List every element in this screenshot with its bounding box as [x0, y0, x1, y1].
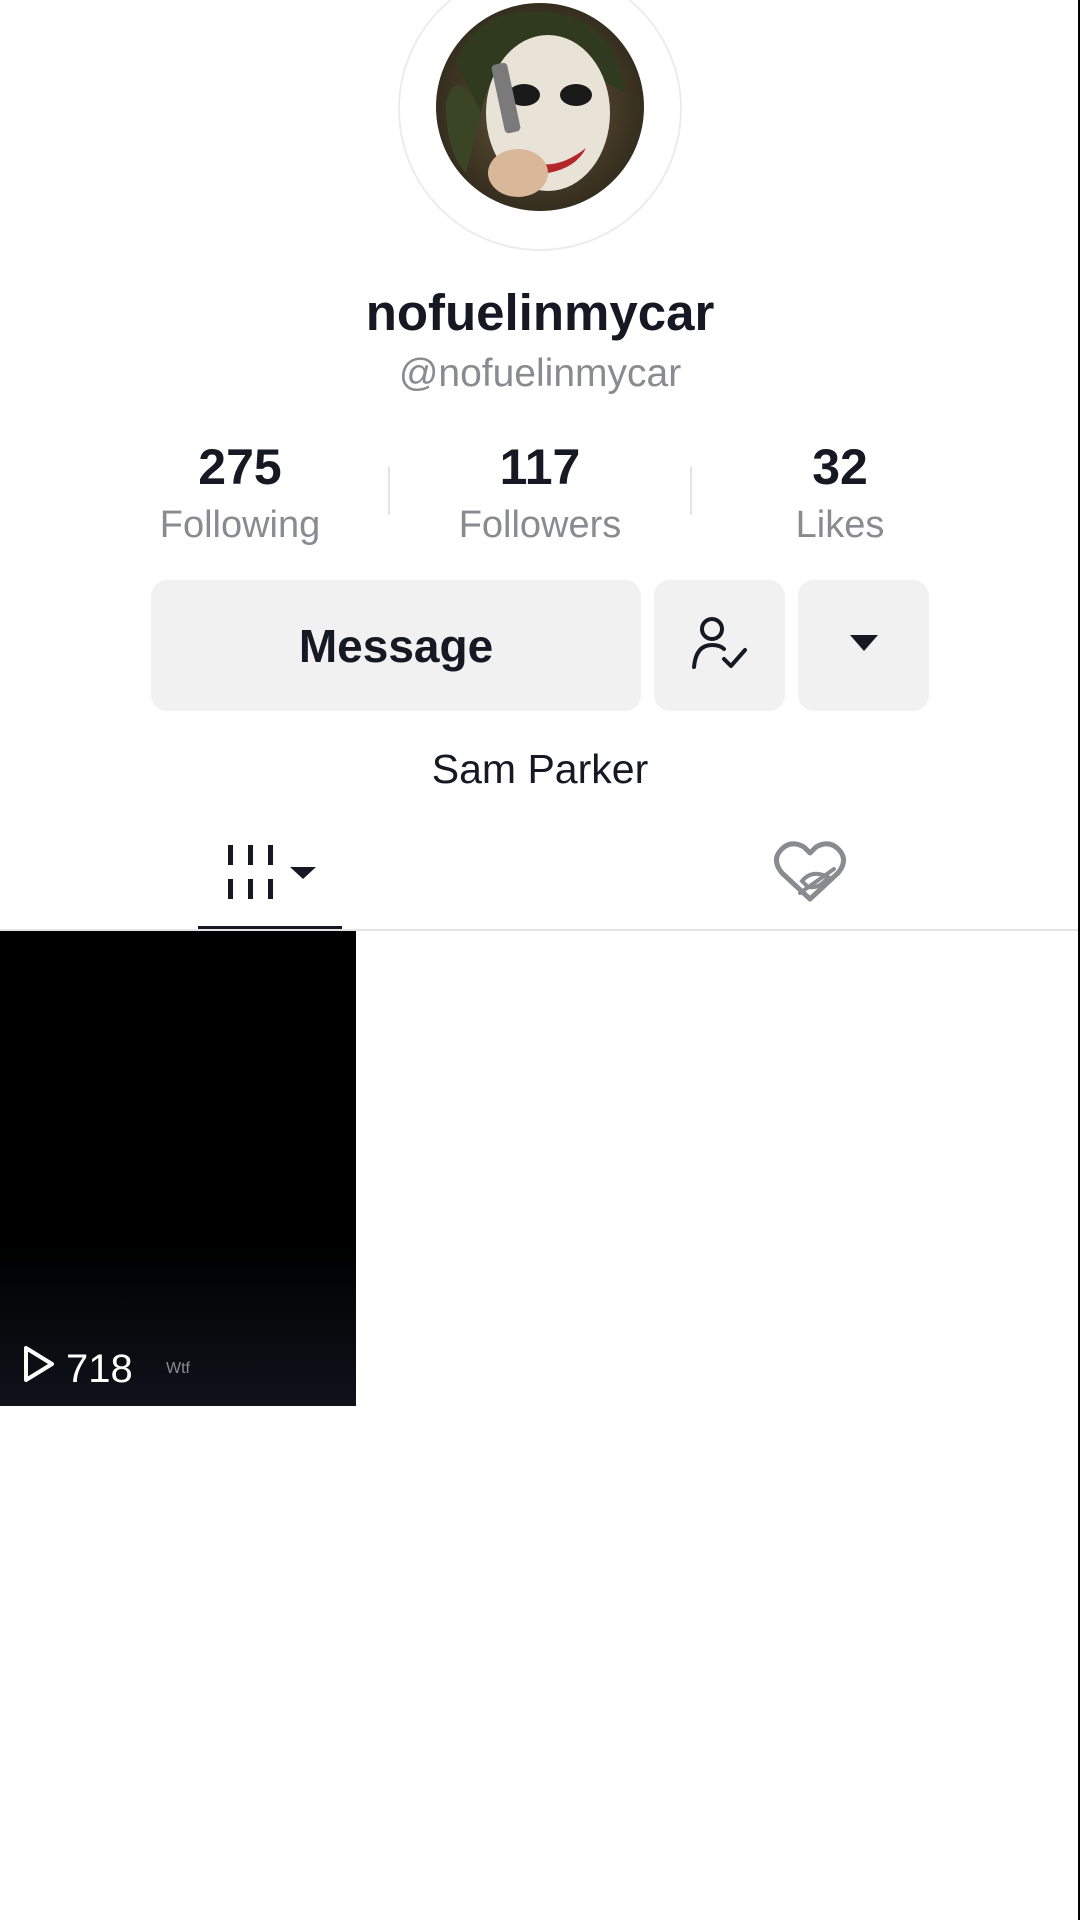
stat-following-label: Following — [159, 504, 321, 546]
stat-followers[interactable]: 117 Followers — [420, 436, 660, 550]
stat-likes-count: 32 — [812, 439, 868, 495]
username-handle: @nofuelinmycar — [398, 352, 682, 395]
avatar[interactable] — [436, 3, 644, 211]
tab-videos[interactable] — [150, 820, 390, 930]
view-count-number: 718 — [66, 1346, 133, 1391]
view-count: 718 — [22, 1344, 133, 1394]
video-caption: Wtf — [166, 1360, 190, 1377]
stat-likes[interactable]: 32 Likes — [720, 436, 960, 550]
stat-following-count: 275 — [198, 439, 282, 495]
user-check-icon — [690, 615, 750, 676]
profile-page: nofuelinmycar @nofuelinmycar 275 Followi… — [0, 0, 1080, 1920]
following-status-button[interactable] — [654, 580, 785, 711]
video-thumbnail[interactable]: 718 Wtf — [0, 931, 356, 1406]
videos-grid-icon — [220, 843, 320, 908]
caret-down-icon — [848, 633, 880, 658]
more-options-button[interactable] — [798, 580, 929, 711]
tab-liked[interactable] — [690, 820, 930, 930]
bio-name: Sam Parker — [431, 746, 649, 792]
avatar-image — [436, 3, 644, 211]
stat-followers-count: 117 — [499, 439, 581, 495]
play-icon — [22, 1344, 56, 1394]
stat-divider — [388, 467, 390, 515]
stat-likes-label: Likes — [795, 504, 885, 546]
liked-hidden-icon — [772, 840, 848, 910]
display-name: nofuelinmycar — [365, 284, 715, 341]
message-button[interactable]: Message — [151, 580, 641, 711]
stat-divider — [690, 467, 692, 515]
stat-following[interactable]: 275 Following — [120, 436, 360, 550]
stat-followers-label: Followers — [458, 504, 622, 546]
